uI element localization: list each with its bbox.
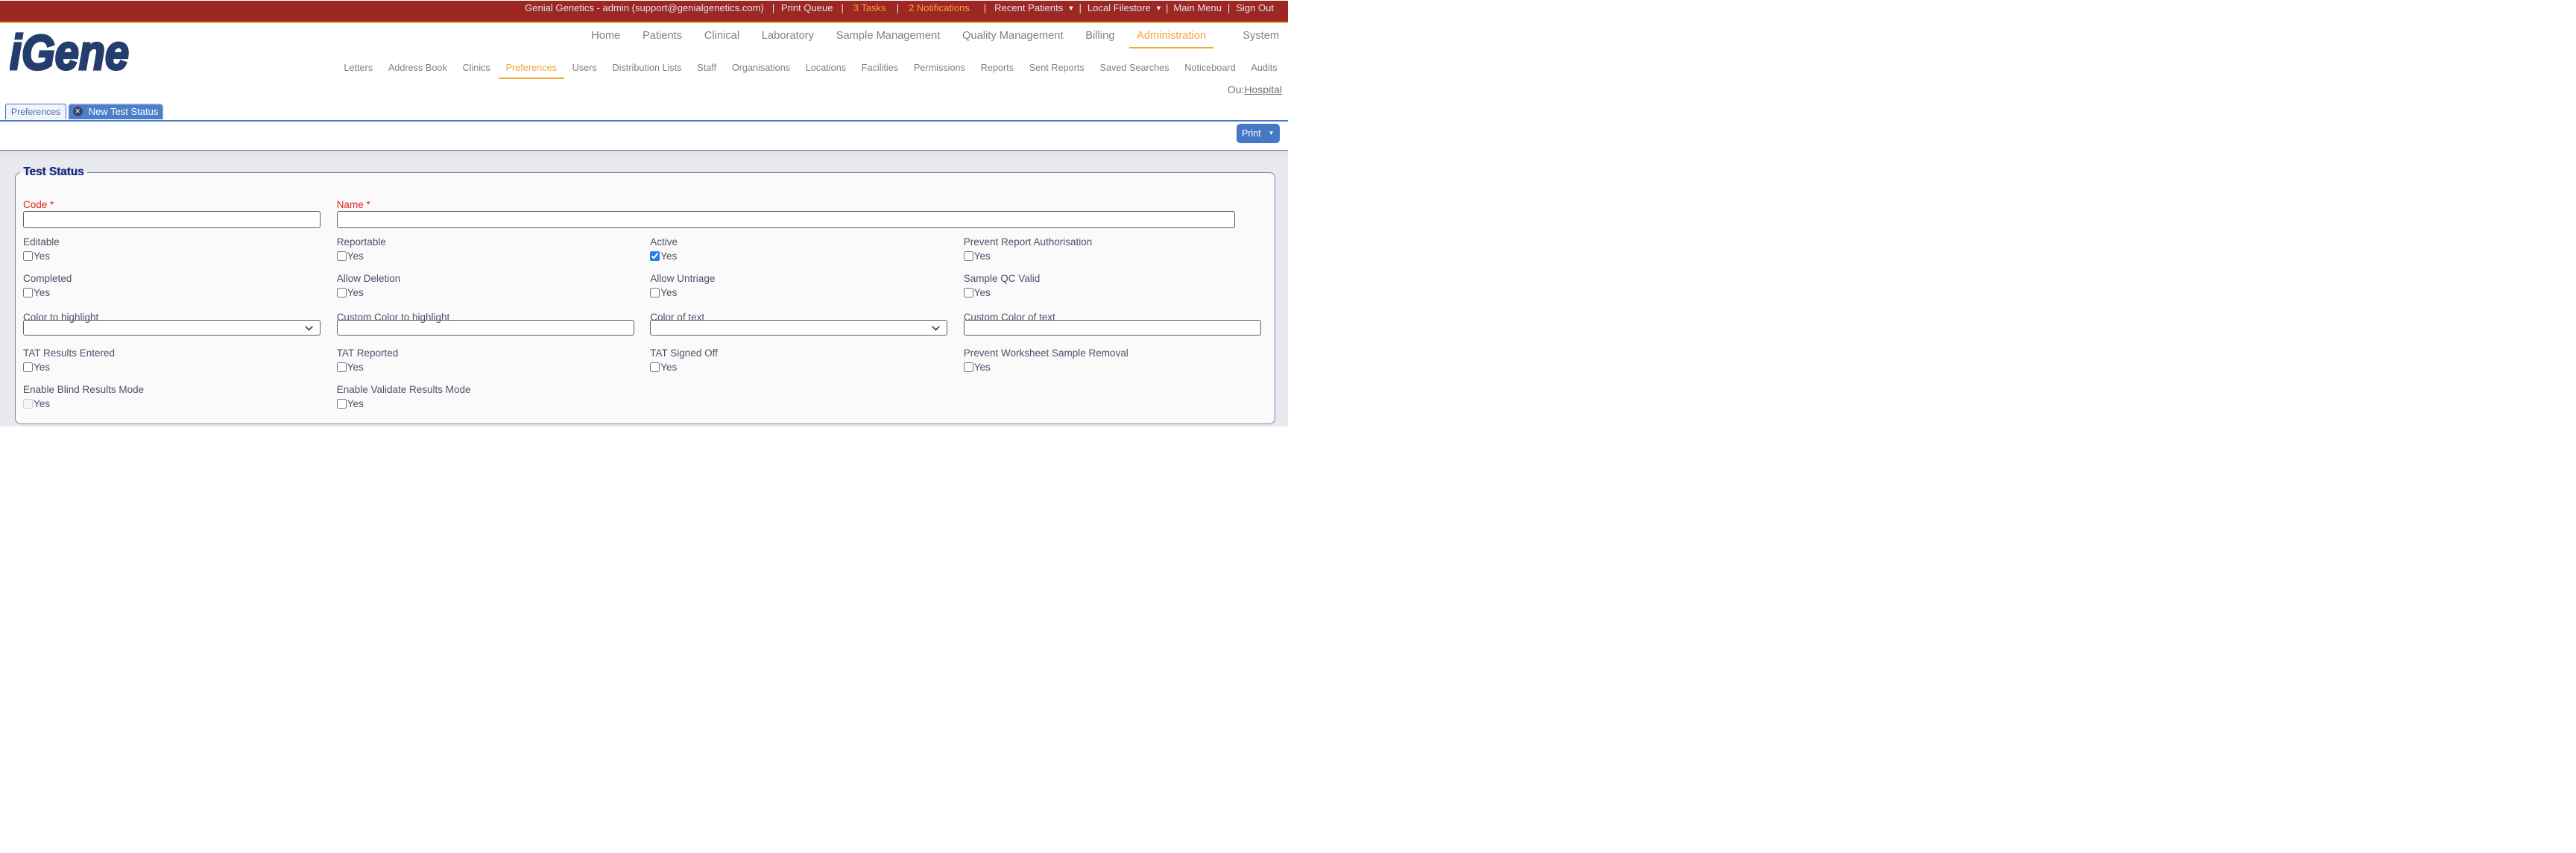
svg-text:iGene: iGene — [10, 27, 129, 73]
